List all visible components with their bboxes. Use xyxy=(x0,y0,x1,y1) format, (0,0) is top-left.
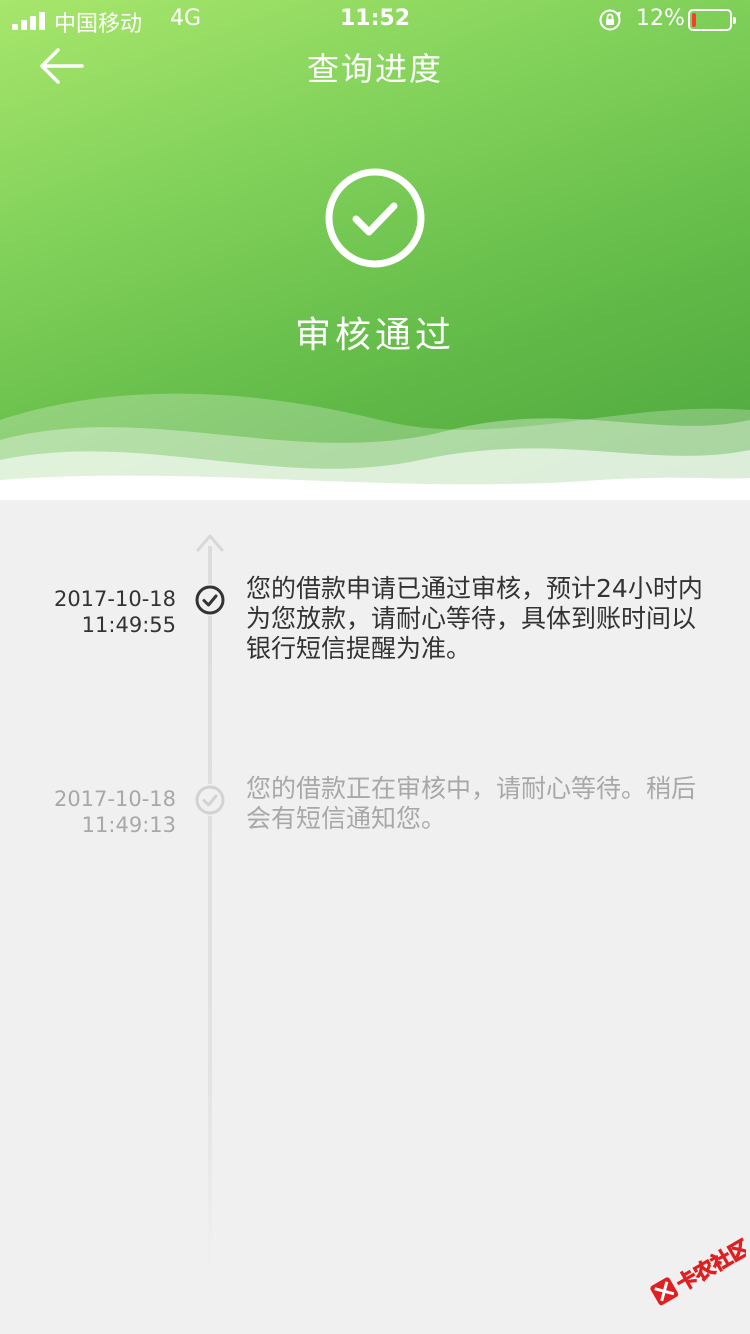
entry-datetime: 2017-10-18 11:49:55 xyxy=(0,586,176,638)
timeline-line xyxy=(208,546,212,1276)
page-title: 查询进度 xyxy=(306,50,443,88)
watermark-logo: 卡农社区 xyxy=(650,1235,746,1306)
header-banner: 中国移动 4G 11:52 12% 查询进度 审核通过 xyxy=(0,0,750,500)
check-circle-icon xyxy=(194,784,226,816)
entry-time: 11:49:55 xyxy=(81,613,176,637)
battery-icon xyxy=(688,9,736,31)
check-circle-icon xyxy=(325,168,425,268)
battery-percentage: 12% xyxy=(636,6,685,31)
entry-time: 11:49:13 xyxy=(81,813,176,837)
wave-decoration xyxy=(0,393,750,500)
entry-date: 2017-10-18 xyxy=(53,787,176,811)
review-status-title: 审核通过 xyxy=(294,315,455,356)
entry-message: 您的借款申请已通过审核，预计24小时内为您放款，请耐心等待，具体到账时间以银行短… xyxy=(246,574,703,663)
status-bar: 中国移动 4G 11:52 12% xyxy=(0,0,750,40)
entry-date: 2017-10-18 xyxy=(53,587,176,611)
svg-text:卡农社区: 卡农社区 xyxy=(672,1235,746,1296)
check-circle-icon xyxy=(194,584,226,616)
battery-level xyxy=(692,13,696,27)
entry-message: 您的借款正在审核中，请耐心等待。稍后会有短信通知您。 xyxy=(246,774,697,833)
progress-timeline: 2017-10-18 11:49:55 您的借款申请已通过审核，预计24小时内为… xyxy=(0,500,750,1334)
screen: 中国移动 4G 11:52 12% 查询进度 审核通过 2017-10-18 1… xyxy=(0,0,750,1334)
entry-datetime: 2017-10-18 11:49:13 xyxy=(0,786,176,838)
rotation-lock-icon xyxy=(599,9,621,31)
arrow-up-icon xyxy=(196,534,224,552)
